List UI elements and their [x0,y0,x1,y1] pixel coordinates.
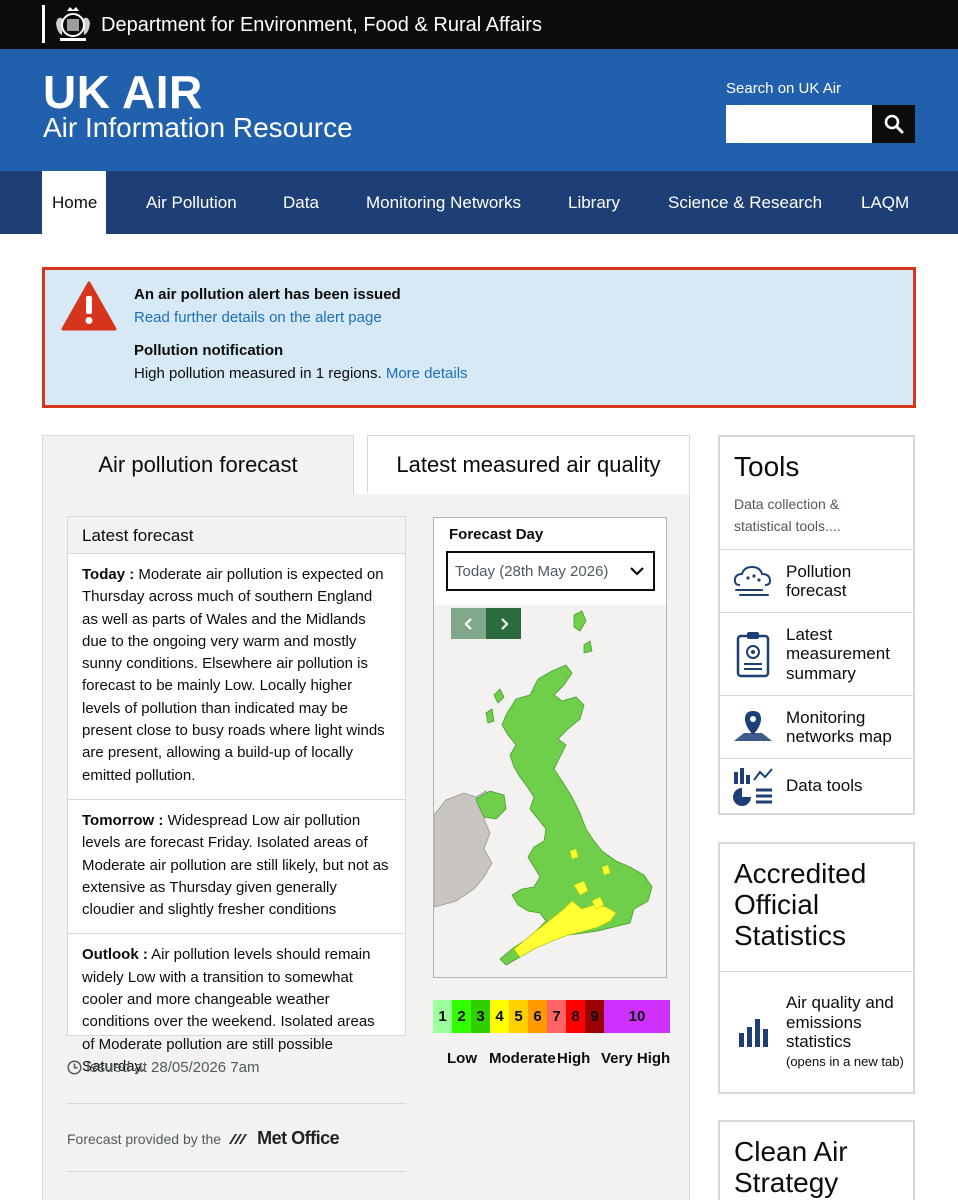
site-subtitle: Air Information Resource [43,112,353,143]
met-office-logo-icon[interactable] [227,1131,251,1147]
uk-map-graphic [434,610,653,966]
tool-monitoring-map[interactable]: Monitoring networks map [720,696,913,759]
selected-day: Today (28th May 2026) [455,563,609,580]
tab-label: Latest measured air quality [396,452,661,477]
statistics-text: Air quality and emissions statistics (op… [786,993,904,1071]
tool-label: Latest measurement summary [786,624,890,683]
site-banner: UK AIR Air Information Resource Search o… [0,49,958,171]
tools-heading: Tools [734,451,800,482]
band-label-high: High [557,1050,591,1067]
forecast-panel: Latest forecast Today : Moderate air pol… [42,494,690,1200]
department-name[interactable]: Department for Environment, Food & Rural… [101,14,542,37]
accredited-statistics-panel: Accredited Official Statistics Air quali… [718,842,915,1094]
tool-label: Pollution forecast [786,561,852,601]
band-2: 2 [452,1000,471,1033]
issued-time: Issued at 28/05/2026 7am [67,1059,259,1076]
government-header: Department for Environment, Food & Rural… [0,0,958,49]
forecast-tomorrow: Tomorrow : Widespread Low air pollution … [68,800,405,935]
royal-crest-icon[interactable] [52,5,94,43]
charts-icon [733,768,773,806]
search-input[interactable] [726,105,872,143]
band-4: 4 [490,1000,509,1033]
alert-title: An air pollution alert has been issued [134,286,401,303]
clean-air-strategy-panel[interactable]: Clean Air Strategy [718,1120,915,1200]
nav-home[interactable]: Home [42,171,106,234]
tomorrow-label: Tomorrow : [82,811,164,829]
notification-title: Pollution notification [134,342,284,359]
band-8: 8 [566,1000,585,1033]
clean-air-heading: Clean Air Strategy [734,1136,848,1198]
statistics-label: Air quality and emissions statistics [786,993,894,1051]
forecast-day-label: Forecast Day [449,526,544,543]
map-pin-icon [734,711,772,741]
latest-forecast-box: Latest forecast Today : Moderate air pol… [67,516,406,1075]
new-tab-note: (opens in a new tab) [786,1053,904,1069]
pollution-alert-banner: An air pollution alert has been issued R… [42,267,916,408]
band-10: 10 [604,1000,670,1033]
clipboard-icon [736,632,770,678]
band-9: 9 [585,1000,604,1033]
tool-data-tools[interactable]: Data tools [720,759,913,813]
tools-description: Data collection & statistical tools.... [720,483,913,550]
forecast-day-select[interactable]: Today (28th May 2026) [446,551,655,591]
issued-text: Issued at 28/05/2026 7am [86,1059,260,1076]
nav-monitoring-networks[interactable]: Monitoring Networks [366,171,521,234]
today-text: Moderate air pollution is expected on Th… [82,566,385,784]
search-label: Search on UK Air [726,80,842,97]
uk-pollution-map[interactable] [434,605,666,977]
nav-air-pollution[interactable]: Air Pollution [146,171,237,234]
pollution-index-scale: 1 2 3 4 5 6 7 8 9 10 [433,1000,670,1033]
outlook-label: Outlook : [82,946,148,964]
band-1: 1 [433,1000,452,1033]
tab-latest-measured[interactable]: Latest measured air quality [367,435,690,493]
forecast-today: Today : Moderate air pollution is expect… [68,554,405,800]
band-label-low: Low [447,1050,477,1067]
nav-science-research[interactable]: Science & Research [668,171,822,234]
band-label-very-high: Very High [601,1050,671,1067]
notification-text: High pollution measured in 1 regions. Mo… [134,365,468,382]
divider [67,1103,406,1104]
air-quality-statistics-link[interactable]: Air quality and emissions statistics (op… [720,972,913,1092]
band-7: 7 [547,1000,566,1033]
provided-by-text: Forecast provided by the [67,1130,222,1147]
latest-forecast-heading: Latest forecast [68,517,405,554]
tools-panel: Tools Data collection & statistical tool… [718,435,915,815]
forecast-map-box: Forecast Day Today (28th May 2026) [433,517,667,978]
bar-chart-icon [739,1019,768,1047]
band-6: 6 [528,1000,547,1033]
warning-icon [61,281,117,331]
notification-message: High pollution measured in 1 regions. [134,365,382,382]
site-title[interactable]: UK AIR [43,65,203,119]
cloud-forecast-icon [733,565,772,596]
main-navigation: Home Air Pollution Data Monitoring Netwo… [0,171,958,234]
tool-label: Data tools [786,776,863,796]
nav-laqm[interactable]: LAQM [861,171,909,234]
nav-data[interactable]: Data [283,171,319,234]
band-label-moderate: Moderate [489,1050,556,1067]
tool-pollution-forecast[interactable]: Pollution forecast [720,550,913,613]
met-office-name[interactable]: Met Office [257,1128,340,1149]
tool-latest-measurement[interactable]: Latest measurement summary [720,613,913,696]
band-5: 5 [509,1000,528,1033]
alert-page-link[interactable]: Read further details on the alert page [134,309,382,326]
chevron-down-icon [630,567,644,576]
accredited-heading: Accredited Official Statistics [720,844,913,972]
tab-air-pollution-forecast[interactable]: Air pollution forecast [42,435,354,495]
tool-label: Monitoring networks map [786,707,892,747]
tab-label: Air pollution forecast [98,452,298,477]
search-icon [884,114,903,134]
clock-icon [67,1060,82,1075]
more-details-link[interactable]: More details [386,365,468,382]
nav-library[interactable]: Library [568,171,620,234]
band-3: 3 [471,1000,490,1033]
search-button[interactable] [872,105,915,143]
forecast-provider: Forecast provided by the Met Office [67,1128,340,1149]
today-label: Today : [82,566,135,583]
divider [67,1171,406,1172]
header-divider [42,5,45,43]
outlook-text: Air pollution levels should remain widel… [82,946,375,1075]
